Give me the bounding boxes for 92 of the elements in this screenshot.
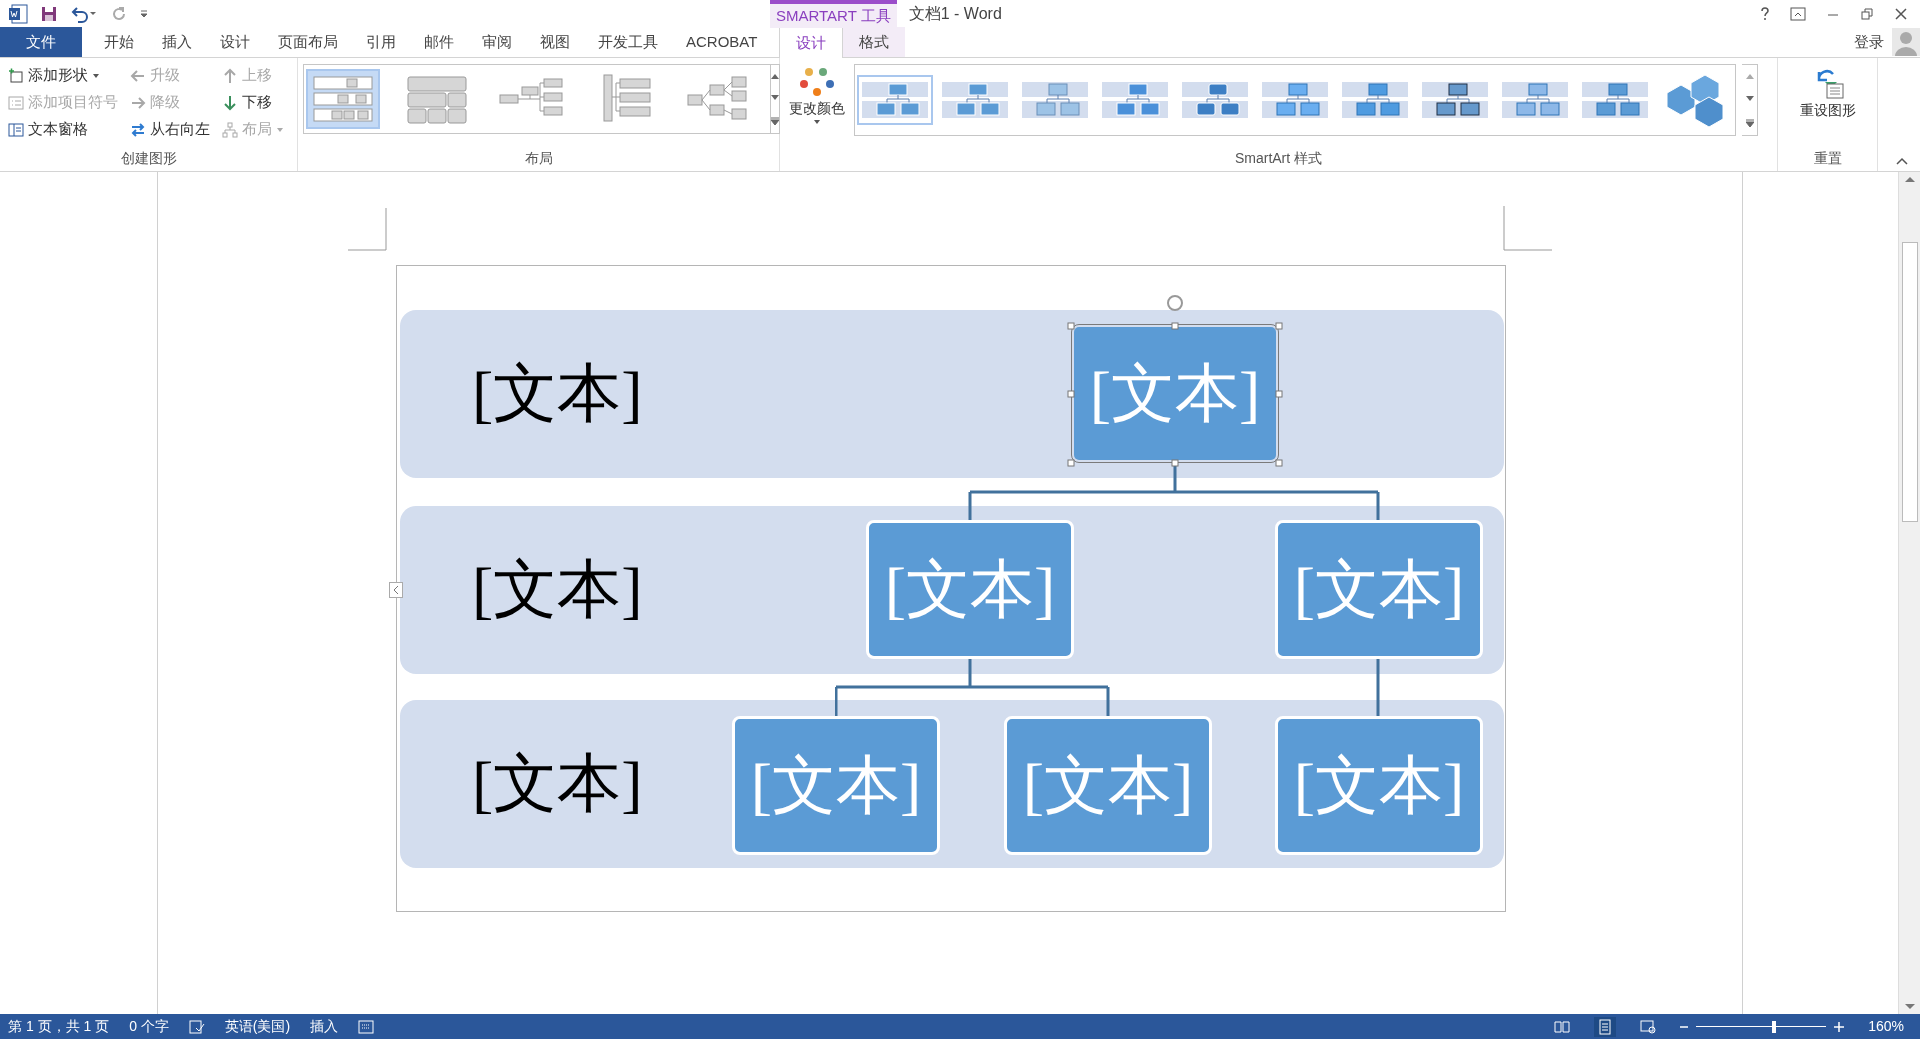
style-thumbnail-drawing <box>861 79 929 121</box>
scroll-up-icon[interactable] <box>1904 176 1915 182</box>
ribbon-tab[interactable]: 格式 <box>843 27 906 57</box>
ribbon-tab[interactable]: 插入 <box>148 27 206 57</box>
ribbon-tab[interactable]: 设计 <box>206 27 264 57</box>
zoom-slider-thumb[interactable] <box>1772 1020 1777 1033</box>
bullet-list-icon <box>8 94 24 111</box>
group-label: 布局 <box>523 149 554 168</box>
ribbon-command[interactable]: 下移 <box>222 91 284 114</box>
style-thumbnail-drawing <box>1501 79 1569 121</box>
style-thumbnail-drawing <box>1021 79 1089 121</box>
selection-handles-drawing[interactable] <box>1065 292 1285 470</box>
caret-icon <box>276 125 284 134</box>
layout-thumbnail-drawing <box>310 73 376 125</box>
ribbon-tab[interactable]: 视图 <box>526 27 584 57</box>
close-icon[interactable] <box>1894 7 1908 21</box>
style-option[interactable] <box>857 75 933 125</box>
ribbon-tab[interactable]: 设计 <box>779 27 844 58</box>
style-thumbnail-drawing <box>1181 79 1249 121</box>
save-icon[interactable] <box>40 5 58 23</box>
caret-icon <box>92 71 100 80</box>
page-count[interactable]: 第 1 页，共 1 页 <box>8 1016 110 1037</box>
arrow-left-icon <box>130 67 146 84</box>
ribbon-tab[interactable]: 引用 <box>352 27 410 57</box>
scroll-up-icon[interactable] <box>771 73 779 79</box>
color-dots-icon <box>799 66 835 98</box>
swap-arrows-icon <box>130 121 146 138</box>
scroll-down-icon[interactable] <box>1904 1004 1915 1010</box>
sign-in-link[interactable]: 登录 <box>1854 30 1884 54</box>
zoom-level[interactable]: 160% <box>1868 1016 1912 1037</box>
more-icon[interactable] <box>771 117 779 125</box>
group-label: 创建图形 <box>119 149 178 168</box>
undo-icon[interactable] <box>70 5 98 23</box>
scroll-down-icon[interactable] <box>771 95 779 101</box>
add-shape-icon <box>8 67 24 84</box>
ribbon-tab[interactable]: 邮件 <box>410 27 468 57</box>
context-tab-header: SMARTART 工具 <box>770 0 897 28</box>
style-thumbnail-drawing <box>1341 79 1409 121</box>
ribbon-tab[interactable]: 开始 <box>90 27 148 57</box>
scrollbar-thumb[interactable] <box>1901 242 1918 522</box>
group-label: SmartArt 样式 <box>1233 149 1324 168</box>
scroll-down-icon[interactable] <box>1745 96 1754 102</box>
reset-graphic-button[interactable]: 重设图形 <box>1799 66 1856 148</box>
ribbon-display-icon[interactable] <box>1790 7 1806 21</box>
macro-icon[interactable] <box>358 1019 375 1034</box>
user-avatar-icon <box>1892 28 1920 56</box>
read-mode-icon[interactable] <box>1554 1019 1571 1034</box>
style-thumbnail-drawing <box>1101 79 1169 121</box>
zoom-slider-track[interactable] <box>1696 1020 1827 1033</box>
arrow-down-icon <box>222 94 238 111</box>
ribbon-tab[interactable]: 审阅 <box>468 27 526 57</box>
hierarchy-icon <box>222 121 238 138</box>
caret-icon <box>813 119 821 125</box>
help-icon[interactable] <box>1760 7 1770 21</box>
more-icon[interactable] <box>1745 118 1754 127</box>
style-thumbnail-drawing <box>1421 79 1489 121</box>
customize-caret-icon[interactable] <box>140 9 148 19</box>
restore-icon[interactable] <box>1860 7 1874 21</box>
margin-corner-mark <box>1502 206 1552 252</box>
ribbon-command[interactable]: 文本窗格 <box>8 118 118 141</box>
row-label[interactable]: [文本] <box>472 558 643 622</box>
arrow-right-icon <box>130 94 146 111</box>
margin-corner-mark <box>348 208 388 252</box>
language-indicator[interactable]: 英语(美国) <box>224 1016 291 1037</box>
text-pane-icon <box>8 121 24 138</box>
collapse-ribbon-icon[interactable] <box>1896 157 1908 165</box>
style-thumbnail-drawing <box>1581 79 1649 121</box>
web-layout-icon[interactable] <box>1640 1019 1657 1034</box>
arrow-up-icon <box>222 67 238 84</box>
ribbon-tab[interactable]: 开发工具 <box>584 27 672 57</box>
text-pane-toggle-icon[interactable] <box>389 582 403 598</box>
window-title: 文档1 - Word <box>908 4 1002 24</box>
ribbon-command[interactable]: 添加形状 <box>8 64 118 87</box>
row-label[interactable]: [文本] <box>472 752 643 816</box>
zoom-in-icon[interactable] <box>1834 1021 1845 1032</box>
row-label[interactable]: [文本] <box>472 362 643 426</box>
ribbon-tab[interactable]: 文件 <box>0 27 82 57</box>
ribbon-tab[interactable]: 页面布局 <box>264 27 352 57</box>
redo-icon[interactable] <box>110 5 128 23</box>
word-count[interactable]: 0 个字 <box>129 1016 169 1037</box>
insert-mode[interactable]: 插入 <box>310 1016 339 1037</box>
word-logo-icon <box>8 4 28 24</box>
ribbon-command[interactable]: 从右向左 <box>130 118 210 141</box>
print-layout-icon[interactable] <box>1594 1016 1617 1037</box>
ribbon-tab[interactable]: ACROBAT <box>672 27 772 57</box>
style-thumbnail-drawing <box>1261 79 1329 121</box>
proofing-icon[interactable] <box>188 1019 205 1034</box>
group-label: 重置 <box>1812 149 1843 168</box>
vertical-scrollbar[interactable] <box>1898 172 1920 1014</box>
change-colors-button[interactable]: 更改颜色 <box>786 64 848 125</box>
style-thumbnail-drawing <box>941 79 1009 121</box>
layout-thumbnail-drawing <box>404 73 470 125</box>
